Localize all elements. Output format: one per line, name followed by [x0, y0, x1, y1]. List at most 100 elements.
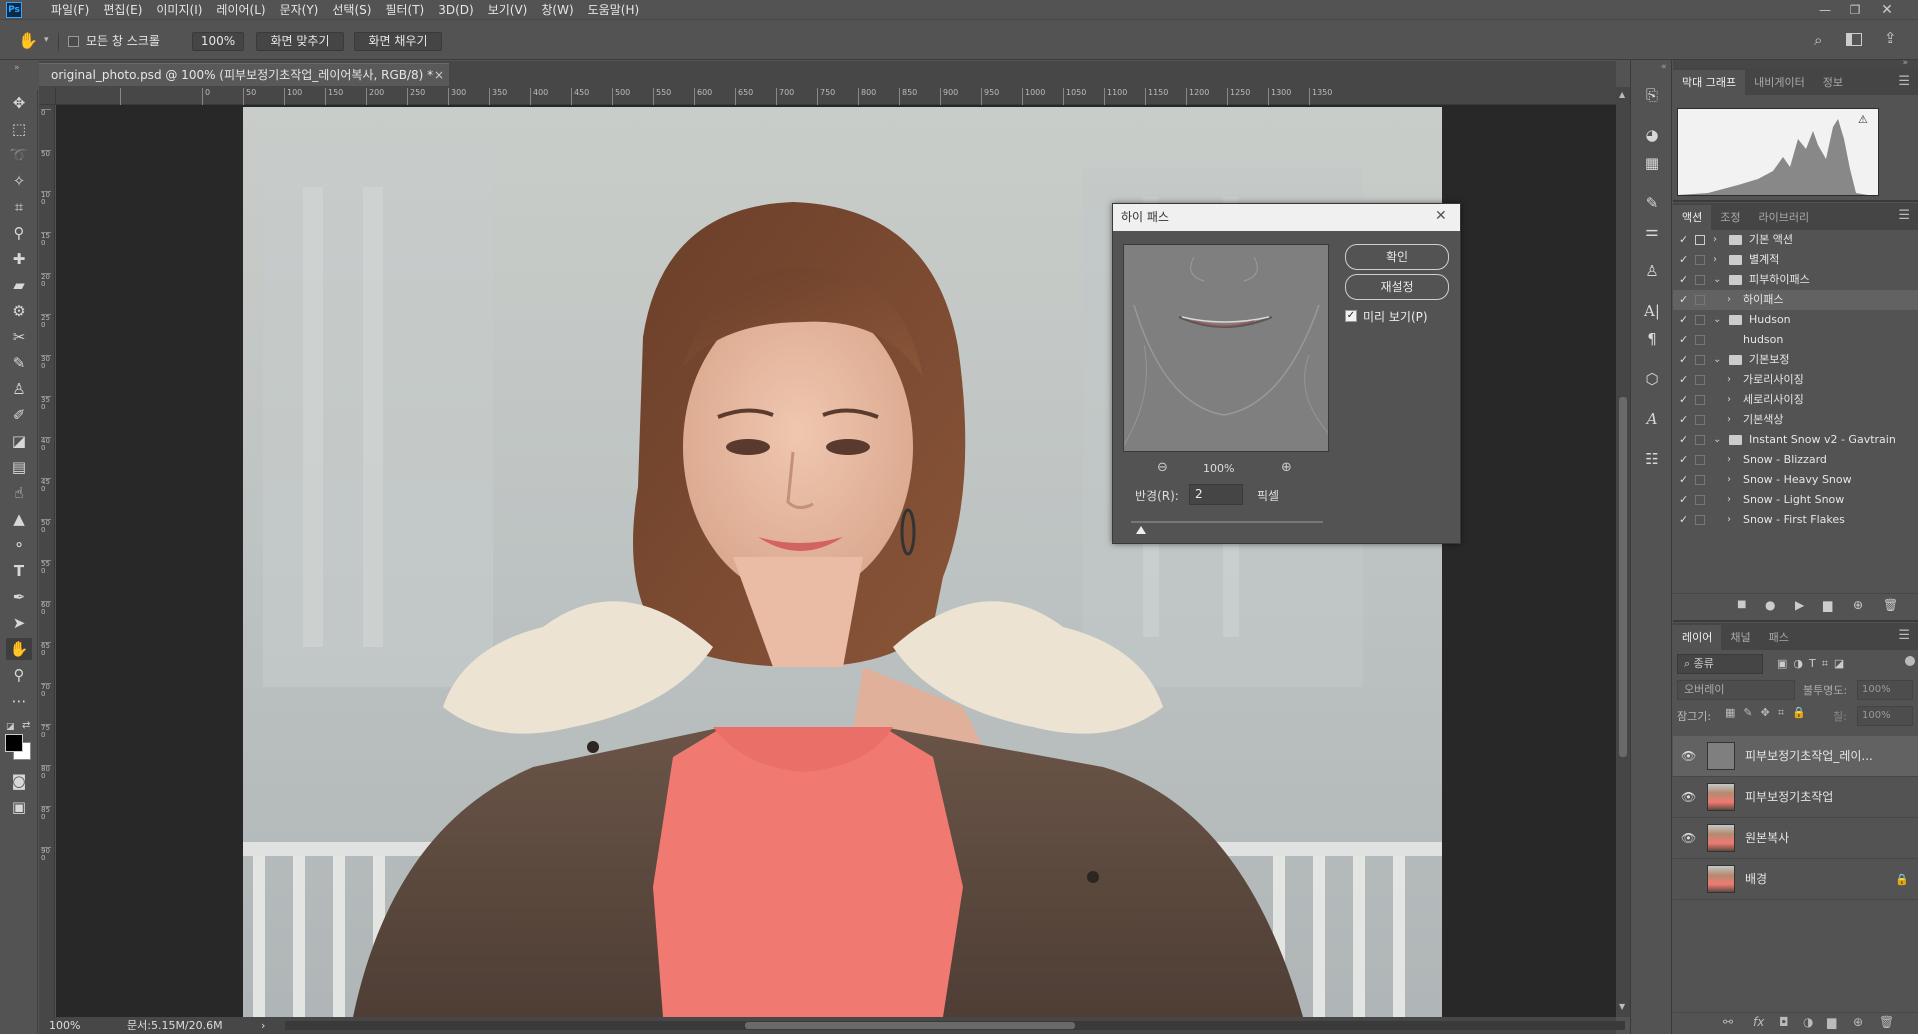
actions-menu-icon[interactable]: ☰	[1898, 208, 1910, 223]
gradient-tool-icon[interactable]: ▤	[6, 456, 32, 478]
expand-closed-icon[interactable]: ›	[1727, 370, 1731, 390]
action-row[interactable]: ✓ ⌄ 기본보정	[1673, 350, 1918, 370]
action-row[interactable]: ✓ › Snow - First Flakes	[1673, 510, 1918, 530]
new-layer-icon[interactable]: ⊕	[1853, 1015, 1863, 1029]
action-check-icon[interactable]: ✓	[1679, 390, 1688, 410]
smudge-tool-icon[interactable]: ☝	[6, 482, 32, 504]
character-panel-icon[interactable]: A|	[1641, 300, 1663, 322]
action-dialog-toggle[interactable]	[1695, 435, 1705, 445]
expand-closed-icon[interactable]: ›	[1727, 510, 1731, 530]
visibility-eye-icon[interactable]: 👁	[1681, 736, 1696, 777]
brush-panel-icon[interactable]: ✎	[1641, 192, 1663, 214]
foreground-color-swatch[interactable]	[5, 734, 23, 752]
search-icon[interactable]: ⌕	[1814, 31, 1822, 49]
content-aware-move-tool-icon[interactable]: ✂	[6, 326, 32, 348]
healing-brush-tool-icon[interactable]: ✚	[6, 248, 32, 270]
expand-closed-icon[interactable]: ›	[1713, 230, 1717, 250]
hand-tool-icon[interactable]: ✋	[18, 31, 38, 50]
horizontal-scrollbar[interactable]	[285, 1021, 1625, 1030]
magic-wand-tool-icon[interactable]: ✧	[6, 170, 32, 192]
crop-tool-icon[interactable]: ⌗	[6, 196, 32, 218]
action-check-icon[interactable]: ✓	[1679, 450, 1688, 470]
more-tools-icon[interactable]: ⋯	[6, 690, 32, 712]
expand-open-icon[interactable]: ⌄	[1713, 430, 1721, 450]
action-dialog-toggle[interactable]	[1695, 515, 1705, 525]
vertical-scrollbar[interactable]: ▲ ▼	[1616, 87, 1630, 1017]
action-dialog-toggle[interactable]	[1695, 235, 1705, 245]
action-check-icon[interactable]: ✓	[1679, 510, 1688, 530]
status-zoom[interactable]: 100%	[49, 1017, 80, 1034]
action-check-icon[interactable]: ✓	[1679, 290, 1688, 310]
action-dialog-toggle[interactable]	[1695, 395, 1705, 405]
share-icon[interactable]: ⇪	[1884, 29, 1897, 47]
default-colors-icon[interactable]: ◪	[6, 722, 15, 732]
screen-mode-icon[interactable]: ▣	[6, 796, 32, 818]
action-dialog-toggle[interactable]	[1695, 475, 1705, 485]
layers-menu-icon[interactable]: ☰	[1898, 628, 1910, 643]
fit-screen-button[interactable]: 화면 맞추기	[256, 32, 344, 51]
record-icon[interactable]: ●	[1765, 598, 1775, 612]
panel-tab[interactable]: 정보	[1814, 70, 1852, 95]
lock-icons[interactable]: ▦✎✥⌗🔒	[1725, 706, 1814, 720]
action-row[interactable]: ✓ › 기본 액션	[1673, 230, 1918, 250]
preview-checkbox[interactable]: ✓	[1345, 310, 1357, 322]
layer-style-icon[interactable]: fx	[1753, 1015, 1764, 1029]
swatches-panel-icon[interactable]: ▦	[1641, 152, 1663, 174]
brush-tool-icon[interactable]: ✎	[6, 352, 32, 374]
action-check-icon[interactable]: ✓	[1679, 330, 1688, 350]
menu-item[interactable]: 레이어(L)	[209, 0, 272, 20]
action-row[interactable]: ✓ ⌄ Hudson	[1673, 310, 1918, 330]
collapse-strip-icon[interactable]: «	[1661, 62, 1667, 72]
action-check-icon[interactable]: ✓	[1679, 350, 1688, 370]
action-dialog-toggle[interactable]	[1695, 335, 1705, 345]
zoom-tool-icon[interactable]: ⚲	[6, 664, 32, 686]
layer-filter-select[interactable]: ⌕ 종류	[1677, 654, 1763, 674]
action-dialog-toggle[interactable]	[1695, 295, 1705, 305]
layer-name[interactable]: 원본복사	[1745, 818, 1789, 859]
sharpen-tool-icon[interactable]: ▲	[6, 508, 32, 530]
layer-row[interactable]: 👁 원본복사	[1673, 818, 1918, 859]
restore-icon[interactable]: ❐	[1842, 0, 1868, 20]
action-row[interactable]: ✓ › 별계적	[1673, 250, 1918, 270]
opacity-input[interactable]: 100%	[1857, 680, 1913, 700]
menu-item[interactable]: 필터(T)	[378, 0, 431, 20]
expand-closed-icon[interactable]: ›	[1727, 450, 1731, 470]
panel-tab[interactable]: 막대 그래프	[1673, 70, 1746, 95]
expand-closed-icon[interactable]: ›	[1727, 410, 1731, 430]
zoom-100-button[interactable]: 100%	[192, 32, 244, 51]
dialog-close-icon[interactable]: ✕	[1435, 208, 1447, 224]
action-dialog-toggle[interactable]	[1695, 255, 1705, 265]
radius-slider-thumb[interactable]	[1135, 526, 1146, 534]
patch-tool-icon[interactable]: ⚙	[6, 300, 32, 322]
type-tool-icon[interactable]: T	[6, 560, 32, 582]
new-group-icon[interactable]: ▆	[1827, 1015, 1836, 1029]
panel-tab[interactable]: 레이어	[1673, 625, 1722, 650]
zoom-out-icon[interactable]: ⊖	[1157, 460, 1168, 475]
layer-name[interactable]: 피부보정기초작업	[1745, 777, 1833, 818]
new-set-icon[interactable]: ▆	[1823, 598, 1832, 612]
reset-button[interactable]: 재설정	[1345, 274, 1449, 300]
ok-button[interactable]: 확인	[1345, 244, 1449, 270]
blend-mode-select[interactable]: 오버레이	[1677, 680, 1795, 700]
action-check-icon[interactable]: ✓	[1679, 470, 1688, 490]
layer-name[interactable]: 배경	[1745, 859, 1767, 900]
action-row[interactable]: ✓ › Snow - Heavy Snow	[1673, 470, 1918, 490]
action-row[interactable]: ✓ ⌄ 피부하이패스	[1673, 270, 1918, 290]
delete-layer-icon[interactable]: 🗑	[1879, 1015, 1894, 1029]
quick-mask-icon[interactable]: ◙	[6, 770, 32, 792]
action-row[interactable]: ✓ › Snow - Light Snow	[1673, 490, 1918, 510]
scroll-all-checkbox[interactable]	[68, 36, 79, 47]
eyedropper-tool-icon[interactable]: ⚲	[6, 222, 32, 244]
menu-item[interactable]: 보기(V)	[481, 0, 535, 20]
action-row[interactable]: ✓ › Snow - Blizzard	[1673, 450, 1918, 470]
dodge-tool-icon[interactable]: ⚬	[6, 534, 32, 556]
collapse-panels-icon[interactable]: »	[1902, 58, 1908, 68]
properties-panel-icon[interactable]: ☷	[1641, 448, 1663, 470]
status-menu-arrow[interactable]: ›	[261, 1017, 265, 1034]
action-check-icon[interactable]: ✓	[1679, 270, 1688, 290]
close-tab-icon[interactable]: ×	[434, 64, 444, 86]
brush-settings-icon[interactable]: ⚌	[1641, 220, 1663, 242]
color-panel-icon[interactable]: ◕	[1641, 124, 1663, 146]
expand-open-icon[interactable]: ⌄	[1713, 310, 1721, 330]
menu-item[interactable]: 창(W)	[534, 0, 580, 20]
